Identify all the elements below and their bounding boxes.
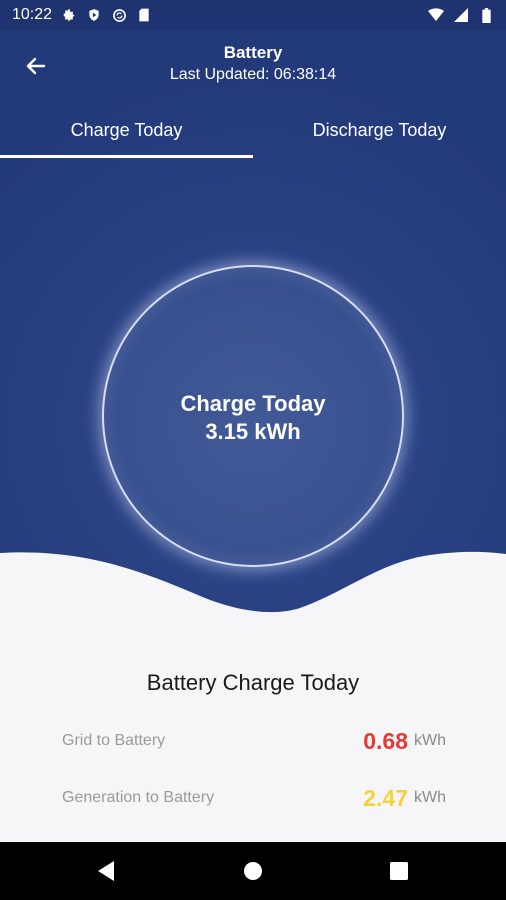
section-title: Battery Charge Today [146, 670, 360, 695]
tab-label: Charge Today [70, 119, 183, 140]
row-value: 2.47 [363, 784, 408, 811]
row-unit: kWh [414, 732, 446, 749]
gear-icon [61, 7, 77, 23]
sd-card-icon [136, 7, 152, 23]
page-title: Battery [223, 43, 283, 62]
signal-icon [453, 7, 469, 23]
gauge-value: 3.15 kWh [205, 419, 301, 444]
wave-divider [0, 551, 506, 640]
square-recents-icon [390, 862, 408, 880]
tab-discharge-today[interactable]: Discharge Today [253, 102, 506, 158]
grid-to-battery-row: Grid to Battery 0.68 kWh [62, 724, 446, 758]
generation-to-battery-row: Generation to Battery 2.47 kWh [62, 781, 446, 815]
sync-icon [111, 7, 127, 23]
circle-home-icon [244, 862, 262, 880]
row-unit: kWh [414, 789, 446, 806]
triangle-back-icon [98, 861, 114, 881]
tab-charge-today[interactable]: Charge Today [0, 102, 253, 158]
shield-icon [86, 7, 102, 23]
row-label: Generation to Battery [62, 789, 215, 806]
tab-bar: Charge Today Discharge Today [0, 102, 506, 158]
row-label: Grid to Battery [62, 732, 166, 749]
app-bar: Battery Last Updated: 06:38:14 [0, 30, 506, 102]
last-updated: Last Updated: 06:38:14 [169, 66, 337, 83]
battery-icon [478, 7, 494, 23]
gauge-label: Charge Today [180, 391, 326, 416]
system-navigation-bar [0, 842, 506, 900]
tab-label: Discharge Today [312, 119, 447, 140]
nav-back-button[interactable] [91, 856, 121, 886]
nav-home-button[interactable] [238, 856, 268, 886]
nav-recents-button[interactable] [384, 856, 414, 886]
wifi-icon [428, 7, 444, 23]
status-time: 10:22 [12, 6, 53, 23]
status-bar: 10:22 [0, 0, 506, 30]
gauge-text: Charge Today 3.15 kWh [102, 390, 404, 446]
row-value: 0.68 [363, 727, 408, 754]
